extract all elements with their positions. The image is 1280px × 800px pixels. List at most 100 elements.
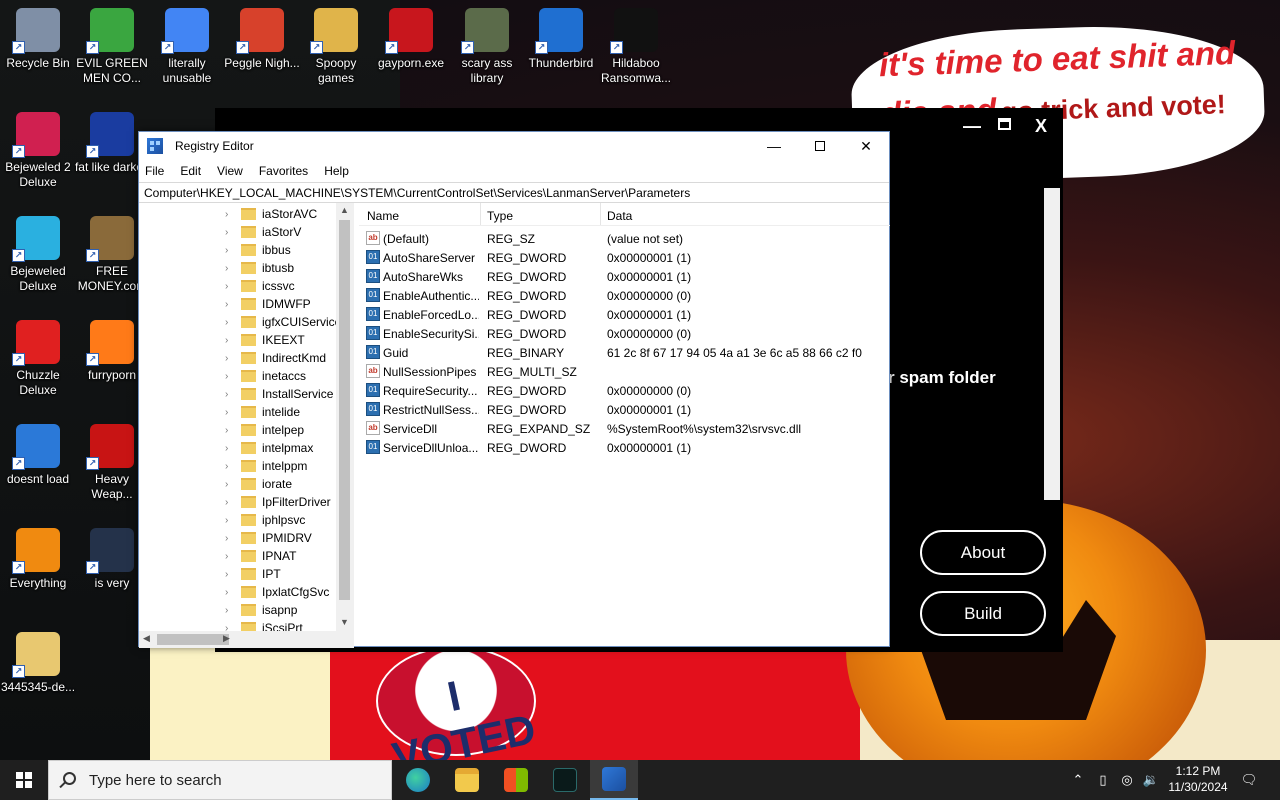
title-bar[interactable]: Registry Editor — ✕	[139, 132, 889, 160]
registry-value-row[interactable]: ab ServiceDll REG_EXPAND_SZ %SystemRoot%\sy…	[359, 419, 890, 438]
desktop-icon[interactable]: ↗ Everything	[0, 528, 76, 591]
edge-icon[interactable]	[394, 760, 442, 800]
chevron-right-icon[interactable]: ›	[225, 605, 239, 616]
chevron-right-icon[interactable]: ›	[225, 389, 239, 400]
start-button[interactable]	[0, 760, 48, 800]
tree-scroll-thumb[interactable]	[339, 220, 350, 600]
tree-key[interactable]: › IDMWFP	[225, 295, 311, 313]
desktop-icon[interactable]: ↗ Recycle Bin	[0, 8, 76, 71]
registry-value-row[interactable]: 01 RestrictNullSess... REG_DWORD 0x00000001…	[359, 400, 890, 419]
chevron-right-icon[interactable]: ›	[225, 299, 239, 310]
registry-value-row[interactable]: ab (Default) REG_SZ (value not set)	[359, 229, 890, 248]
chevron-right-icon[interactable]: ›	[225, 515, 239, 526]
desktop-icon[interactable]: ↗ Bejeweled 2 Deluxe	[0, 112, 76, 190]
desktop-icon[interactable]: ↗ Peggle Nigh...	[224, 8, 300, 71]
chevron-right-icon[interactable]: ›	[225, 533, 239, 544]
column-type[interactable]: Type	[487, 209, 513, 223]
regedit-taskbar-icon[interactable]	[590, 760, 638, 800]
desktop-icon[interactable]: ↗ scary ass library	[449, 8, 525, 86]
chevron-right-icon[interactable]: ›	[225, 479, 239, 490]
desktop-icon[interactable]: ↗ doesnt load	[0, 424, 76, 487]
maximize-icon[interactable]	[998, 118, 1011, 130]
background-app-scrollbar[interactable]	[1044, 188, 1060, 500]
system-clock[interactable]: 1:12 PM 11/30/2024	[1160, 763, 1236, 795]
tree-key[interactable]: › intelpmax	[225, 439, 313, 457]
desktop-icon[interactable]: ↗ Hildaboo Ransomwa...	[598, 8, 674, 86]
tree-key[interactable]: › inetaccs	[225, 367, 306, 385]
address-bar[interactable]: Computer\HKEY_LOCAL_MACHINE\SYSTEM\Curre…	[139, 182, 889, 203]
column-name[interactable]: Name	[367, 209, 399, 223]
scroll-up-icon[interactable]: ▲	[340, 205, 349, 215]
registry-value-row[interactable]: ab NullSessionPipes REG_MULTI_SZ	[359, 362, 890, 381]
chevron-right-icon[interactable]: ›	[225, 245, 239, 256]
registry-value-row[interactable]: 01 Guid REG_BINARY 61 2c 8f 67 17 94 05 4a …	[359, 343, 890, 362]
minimize-icon[interactable]: —	[963, 116, 981, 137]
build-button[interactable]: Build	[920, 591, 1046, 636]
menu-view[interactable]: View	[217, 164, 243, 178]
menu-favorites[interactable]: Favorites	[259, 164, 308, 178]
tree-hscroll-thumb[interactable]	[157, 634, 229, 645]
registry-value-row[interactable]: 01 EnableForcedLo... REG_DWORD 0x00000001 (…	[359, 305, 890, 324]
tree-key[interactable]: › InstallService	[225, 385, 333, 403]
chevron-right-icon[interactable]: ›	[225, 551, 239, 562]
device-icon[interactable]: ▯	[1092, 760, 1114, 800]
chevron-right-icon[interactable]: ›	[225, 353, 239, 364]
menu-help[interactable]: Help	[324, 164, 349, 178]
tree-key[interactable]: › IpFilterDriver	[225, 493, 331, 511]
tree-key[interactable]: › IndirectKmd	[225, 349, 326, 367]
tree-horizontal-scrollbar[interactable]: ◀ ▶	[139, 631, 353, 648]
tree-key[interactable]: › ibbus	[225, 241, 291, 259]
tree-key[interactable]: › IPNAT	[225, 547, 296, 565]
store-icon[interactable]	[492, 760, 540, 800]
desktop-icon[interactable]: ↗ literally unusable	[149, 8, 225, 86]
tree-key[interactable]: › isapnp	[225, 601, 297, 619]
tree-key[interactable]: › igfxCUIService	[225, 313, 341, 331]
tree-key[interactable]: › IKEEXT	[225, 331, 305, 349]
menu-edit[interactable]: Edit	[180, 164, 201, 178]
tree-key[interactable]: › icssvc	[225, 277, 295, 295]
registry-value-row[interactable]: 01 ServiceDllUnloa... REG_DWORD 0x00000001 …	[359, 438, 890, 457]
menu-file[interactable]: File	[145, 164, 164, 178]
desktop-icon[interactable]: ↗ Bejeweled Deluxe	[0, 216, 76, 294]
desktop-icon[interactable]: ↗ Thunderbird	[523, 8, 599, 71]
tree-key[interactable]: › IPMIDRV	[225, 529, 312, 547]
tree-key[interactable]: › IpxlatCfgSvc	[225, 583, 329, 601]
desktop-icon[interactable]: ↗ Chuzzle Deluxe	[0, 320, 76, 398]
desktop-icon[interactable]: ↗ EVIL GREEN MEN CO...	[74, 8, 150, 86]
chevron-right-icon[interactable]: ›	[225, 587, 239, 598]
file-explorer-icon[interactable]	[443, 760, 491, 800]
chevron-up-icon[interactable]: ⌃	[1068, 760, 1088, 800]
tree-key[interactable]: › intelpep	[225, 421, 304, 439]
tree-key[interactable]: › iaStorAVC	[225, 205, 317, 223]
close-button[interactable]: ✕	[843, 132, 889, 160]
tree-key[interactable]: › iorate	[225, 475, 292, 493]
tree-key[interactable]: › iaStorV	[225, 223, 301, 241]
scroll-right-icon[interactable]: ▶	[223, 633, 230, 644]
registry-value-row[interactable]: 01 EnableSecuritySi... REG_DWORD 0x00000000…	[359, 324, 890, 343]
scroll-left-icon[interactable]: ◀	[143, 633, 150, 644]
chevron-right-icon[interactable]: ›	[225, 569, 239, 580]
chevron-right-icon[interactable]: ›	[225, 335, 239, 346]
taskbar-search-box[interactable]: Type here to search	[48, 760, 392, 800]
scroll-down-icon[interactable]: ▼	[340, 617, 349, 627]
chevron-right-icon[interactable]: ›	[225, 461, 239, 472]
maximize-button[interactable]	[797, 132, 843, 160]
network-icon[interactable]: ◎	[1116, 760, 1138, 800]
chevron-right-icon[interactable]: ›	[225, 227, 239, 238]
chevron-right-icon[interactable]: ›	[225, 263, 239, 274]
chevron-right-icon[interactable]: ›	[225, 209, 239, 220]
registry-value-row[interactable]: 01 AutoShareServer REG_DWORD 0x00000001 (1)	[359, 248, 890, 267]
desktop-icon[interactable]: ↗ 3445345-de...	[0, 632, 76, 695]
column-data[interactable]: Data	[607, 209, 632, 223]
registry-value-row[interactable]: 01 RequireSecurity... REG_DWORD 0x00000000 …	[359, 381, 890, 400]
registry-value-row[interactable]: 01 AutoShareWks REG_DWORD 0x00000001 (1)	[359, 267, 890, 286]
tree-key[interactable]: › iphlpsvc	[225, 511, 305, 529]
chevron-right-icon[interactable]: ›	[225, 425, 239, 436]
desktop-icon[interactable]: ↗ Spoopy games	[298, 8, 374, 86]
volume-icon[interactable]: 🔉	[1140, 760, 1162, 800]
minimize-button[interactable]: —	[751, 132, 797, 160]
chevron-right-icon[interactable]: ›	[225, 281, 239, 292]
registry-value-row[interactable]: 01 EnableAuthentic... REG_DWORD 0x00000000 …	[359, 286, 890, 305]
tree-vertical-scrollbar[interactable]: ▲ ▼	[336, 203, 353, 631]
desktop-icon[interactable]: ↗ gayporn.exe	[373, 8, 449, 71]
